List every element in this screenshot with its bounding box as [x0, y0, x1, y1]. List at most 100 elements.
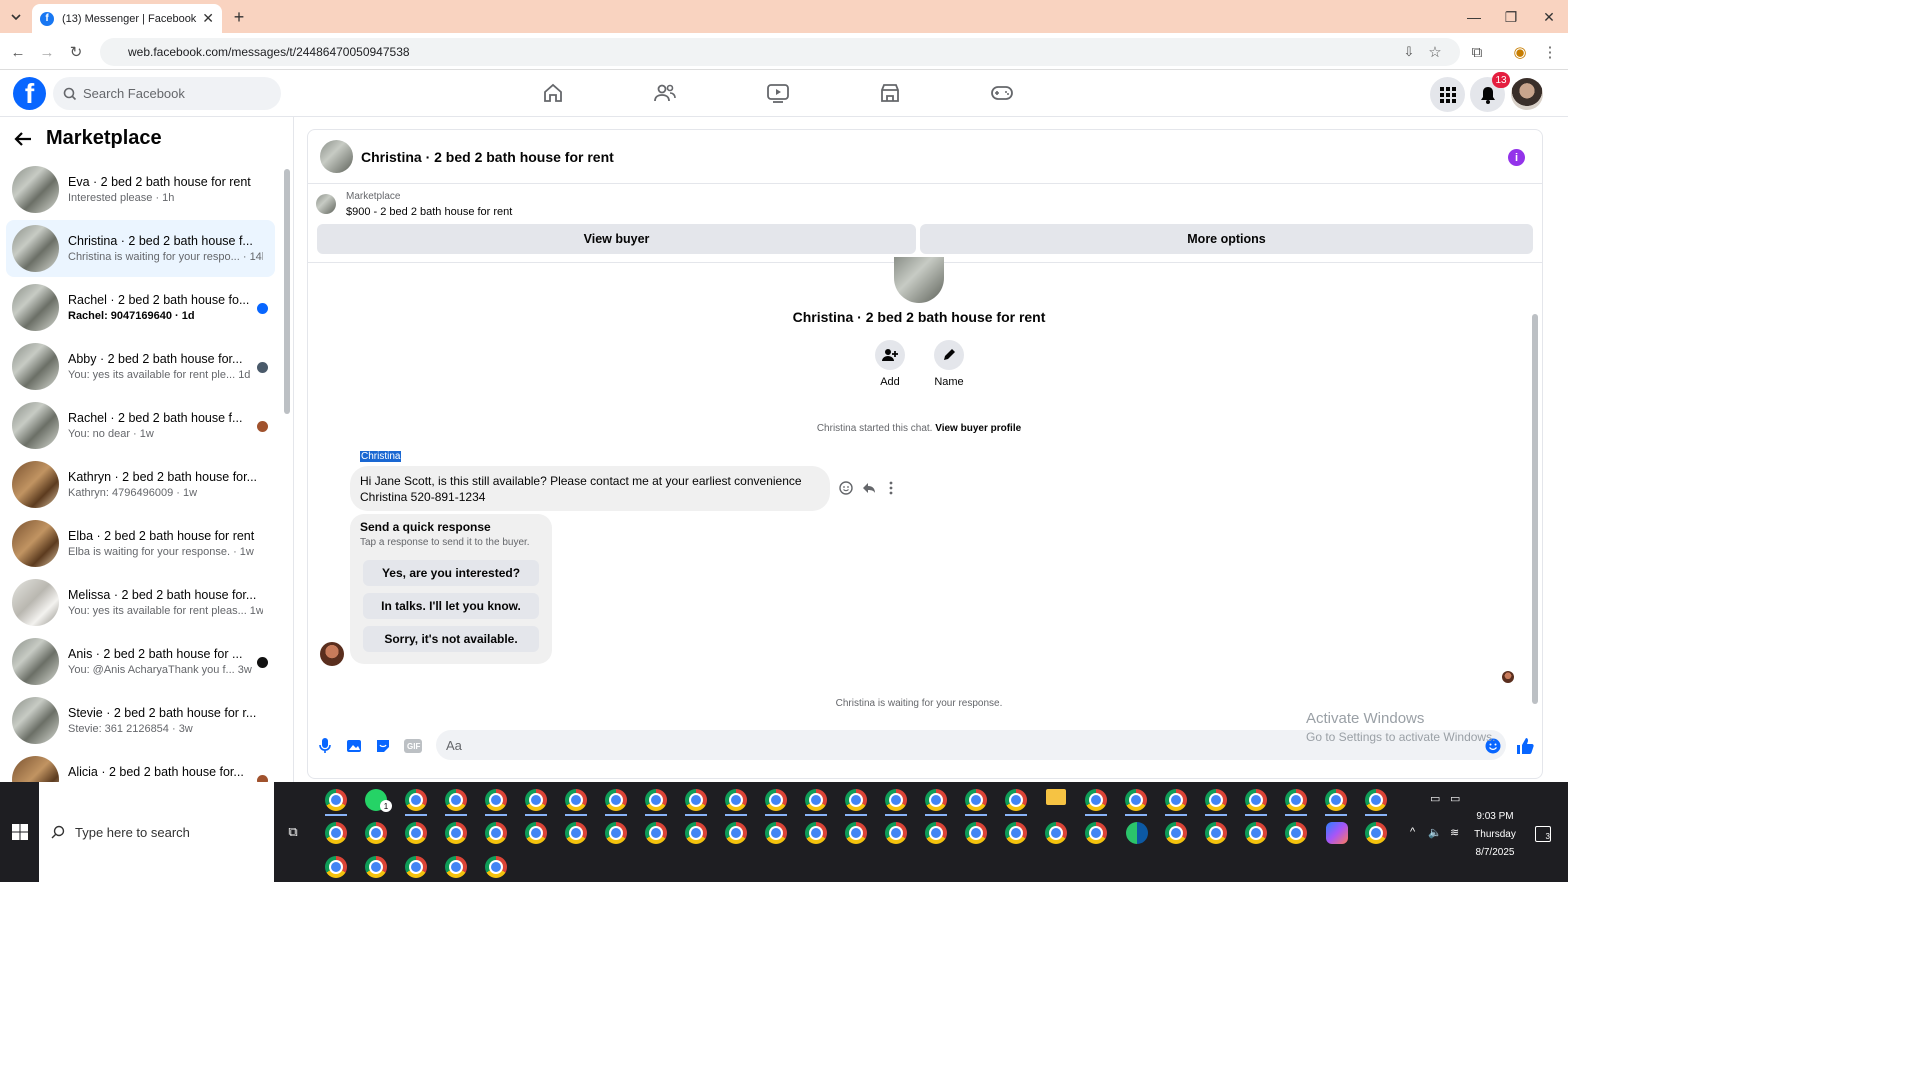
chrome-taskbar-icon[interactable]: [845, 822, 867, 844]
chrome-taskbar-icon[interactable]: [1085, 822, 1107, 844]
conversation-item[interactable]: Christina · 2 bed 2 bath house f... Chris…: [6, 220, 275, 277]
chrome-taskbar-icon[interactable]: [325, 856, 347, 878]
chrome-taskbar-icon[interactable]: [1365, 789, 1387, 816]
chrome-taskbar-icon[interactable]: [605, 822, 627, 844]
back-arrow-icon[interactable]: [14, 131, 32, 147]
chrome-taskbar-icon[interactable]: [965, 789, 987, 816]
chrome-taskbar-icon[interactable]: [325, 789, 347, 816]
like-thumb-icon[interactable]: [1516, 737, 1534, 755]
chrome-taskbar-icon[interactable]: [1005, 822, 1027, 844]
chrome-taskbar-icon[interactable]: [605, 789, 627, 816]
chrome-taskbar-icon[interactable]: [1165, 789, 1187, 816]
chat-avatar[interactable]: [320, 140, 353, 173]
profile-icon[interactable]: ◉: [1510, 42, 1530, 62]
chrome-taskbar-icon[interactable]: [1325, 789, 1347, 816]
minimize-icon[interactable]: —: [1464, 7, 1484, 27]
message-bubble[interactable]: Hi Jane Scott, is this still available? …: [350, 466, 830, 511]
conversation-item[interactable]: Alicia · 2 bed 2 bath house for...You: @…: [6, 751, 275, 782]
chrome-taskbar-icon[interactable]: [485, 789, 507, 816]
chrome-taskbar-icon[interactable]: [1205, 789, 1227, 816]
chrome-taskbar-icon[interactable]: [885, 789, 907, 816]
gif-icon[interactable]: GIF: [404, 737, 422, 755]
chrome-taskbar-icon[interactable]: [805, 789, 827, 816]
clock[interactable]: 9:03 PM Thursday 8/7/2025: [1470, 808, 1520, 862]
nav-gaming-button[interactable]: [982, 78, 1022, 108]
restore-icon[interactable]: ❐: [1501, 7, 1521, 27]
more-options-button[interactable]: More options: [920, 224, 1533, 254]
conversation-item[interactable]: Abby · 2 bed 2 bath house for... You: yes…: [6, 338, 275, 395]
chrome-taskbar-icon[interactable]: [405, 856, 427, 878]
chrome-taskbar-icon[interactable]: [925, 822, 947, 844]
conversation-item[interactable]: Rachel · 2 bed 2 bath house fo... Rachel:…: [6, 279, 275, 336]
copilot-icon[interactable]: [1326, 822, 1348, 844]
chrome-taskbar-icon[interactable]: [565, 822, 587, 844]
chrome-taskbar-icon[interactable]: [445, 856, 467, 878]
bookmark-star-icon[interactable]: ☆: [1425, 42, 1445, 62]
conversation-item[interactable]: Eva · 2 bed 2 bath house for rent Interes…: [6, 161, 275, 218]
chrome-taskbar-icon[interactable]: [765, 822, 787, 844]
forward-icon[interactable]: →: [37, 42, 57, 62]
edge-icon[interactable]: [1126, 822, 1148, 844]
chrome-taskbar-icon[interactable]: [565, 789, 587, 816]
reload-icon[interactable]: ↻: [66, 42, 86, 62]
taskbar-search-box[interactable]: Type here to search: [39, 782, 274, 882]
chrome-taskbar-icon[interactable]: [805, 822, 827, 844]
chat-scrollbar[interactable]: [1532, 314, 1538, 704]
photo-icon[interactable]: [345, 737, 363, 755]
chrome-taskbar-icon[interactable]: [685, 822, 707, 844]
more-icon[interactable]: [883, 480, 899, 496]
reply-icon[interactable]: [861, 480, 877, 496]
conversation-item[interactable]: Melissa · 2 bed 2 bath house for... You: …: [6, 574, 275, 631]
chrome-taskbar-icon[interactable]: [405, 822, 427, 844]
conversation-item[interactable]: Elba · 2 bed 2 bath house for rent Elba i…: [6, 515, 275, 572]
chrome-taskbar-icon[interactable]: [1125, 789, 1147, 816]
account-avatar[interactable]: [1511, 78, 1543, 110]
chrome-taskbar-icon[interactable]: [1245, 789, 1267, 816]
extensions-icon[interactable]: ⧉: [1467, 42, 1487, 62]
start-button[interactable]: [0, 782, 39, 882]
view-buyer-button[interactable]: View buyer: [317, 224, 916, 254]
close-tab-icon[interactable]: ✕: [202, 10, 214, 27]
chrome-taskbar-icon[interactable]: [445, 789, 467, 816]
chrome-taskbar-icon[interactable]: [885, 822, 907, 844]
quick-reply-not-available[interactable]: Sorry, it's not available.: [363, 626, 539, 652]
menu-grid-button[interactable]: [1430, 77, 1465, 112]
chrome-taskbar-icon[interactable]: [1205, 822, 1227, 844]
chrome-taskbar-icon[interactable]: [445, 822, 467, 844]
facebook-logo-icon[interactable]: f: [13, 77, 46, 110]
chrome-taskbar-icon[interactable]: [1365, 822, 1387, 844]
chrome-taskbar-icon[interactable]: [725, 822, 747, 844]
react-emoji-icon[interactable]: [838, 480, 854, 496]
facebook-search-input[interactable]: Search Facebook: [53, 77, 281, 110]
battery-icon[interactable]: ▭: [1450, 792, 1460, 805]
chrome-taskbar-icon[interactable]: [925, 789, 947, 816]
chrome-taskbar-icon[interactable]: [325, 822, 347, 844]
chrome-taskbar-icon[interactable]: [725, 789, 747, 816]
file-explorer-icon[interactable]: [1046, 789, 1066, 805]
chrome-taskbar-icon[interactable]: [645, 822, 667, 844]
tab-messenger[interactable]: f (13) Messenger | Facebook ✕: [32, 4, 222, 33]
info-icon[interactable]: i: [1508, 149, 1525, 166]
chrome-taskbar-icon[interactable]: [365, 822, 387, 844]
chrome-taskbar-icon[interactable]: [1285, 822, 1307, 844]
nav-home-button[interactable]: [533, 78, 573, 108]
close-window-icon[interactable]: ✕: [1539, 7, 1559, 27]
microphone-icon[interactable]: [316, 737, 334, 755]
quick-reply-interested[interactable]: Yes, are you interested?: [363, 560, 539, 586]
conversation-item[interactable]: Kathryn · 2 bed 2 bath house for... Kathr…: [6, 456, 275, 513]
chrome-taskbar-icon[interactable]: [525, 822, 547, 844]
chrome-taskbar-icon[interactable]: [405, 789, 427, 816]
sticker-icon[interactable]: [374, 737, 392, 755]
chrome-taskbar-icon[interactable]: [1285, 789, 1307, 816]
volume-icon[interactable]: 🔈: [1428, 826, 1442, 839]
chrome-taskbar-icon[interactable]: [1005, 789, 1027, 816]
chrome-taskbar-icon[interactable]: [645, 789, 667, 816]
nav-friends-button[interactable]: [645, 78, 685, 108]
task-view-icon[interactable]: ⧉: [283, 822, 303, 842]
chrome-taskbar-icon[interactable]: [1045, 822, 1067, 844]
chrome-taskbar-icon[interactable]: [525, 789, 547, 816]
chrome-taskbar-icon[interactable]: [1165, 822, 1187, 844]
chrome-taskbar-icon[interactable]: [965, 822, 987, 844]
meet-now-icon[interactable]: ▭: [1430, 792, 1440, 805]
action-center-icon[interactable]: 3: [1535, 826, 1551, 842]
